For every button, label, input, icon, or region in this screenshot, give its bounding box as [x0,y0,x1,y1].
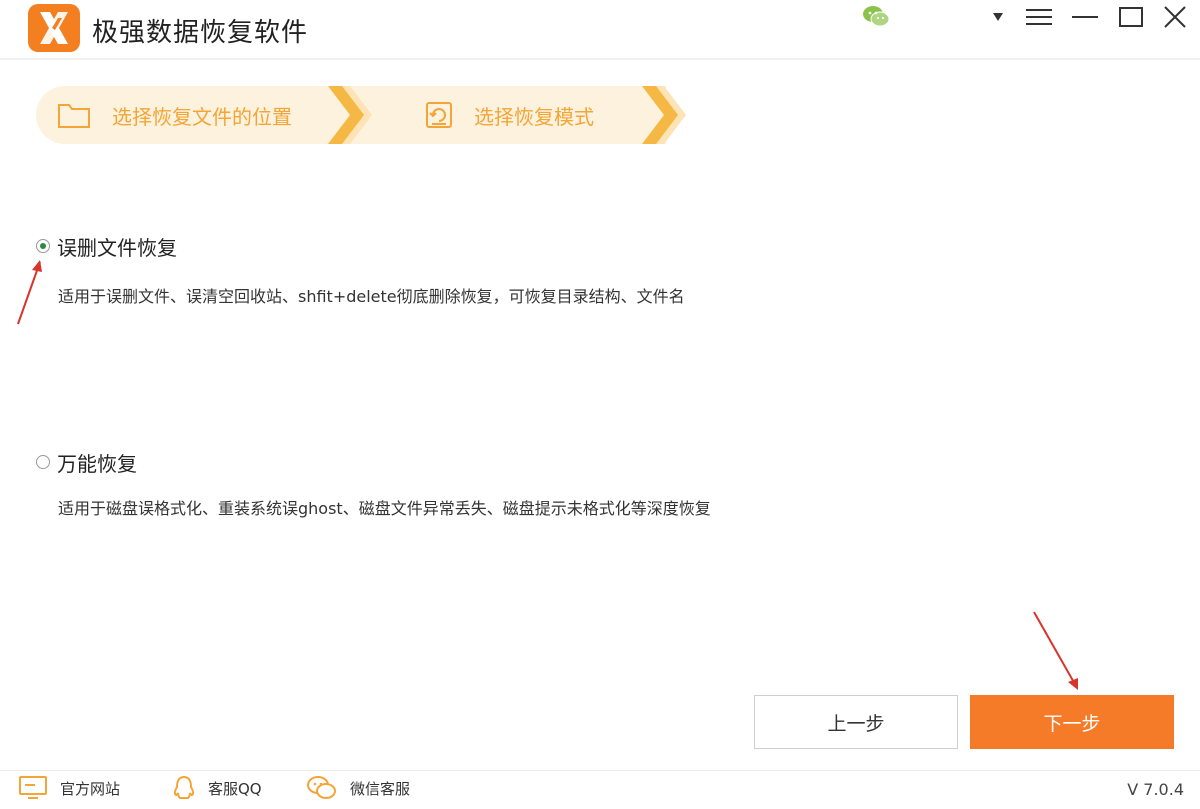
close-icon[interactable] [1160,4,1190,30]
footer-bar: 官方网站 客服QQ 微信客服 V 7.0.4 [0,770,1200,805]
option-deleted-files-title[interactable]: 误删文件恢复 [57,232,177,261]
wechat-icon[interactable] [862,4,890,28]
option-deleted-files-desc: 适用于误删文件、误清空回收站、shfit+delete彻底删除恢复，可恢复目录结… [58,287,685,306]
step-chevron-icon [642,86,686,144]
menu-icon[interactable] [1024,4,1054,30]
step-location: 选择恢复文件的位置 [56,86,292,144]
app-title: 极强数据恢复软件 [92,18,309,48]
annotation-arrow-icon [1033,611,1078,690]
folder-icon [58,104,90,128]
qq-support-link[interactable]: 客服QQ [172,771,262,805]
step-mode-label: 选择恢复模式 [474,104,594,129]
disk-restore-icon [426,102,452,128]
option-universal-title[interactable]: 万能恢复 [57,448,137,477]
maximize-icon[interactable] [1116,4,1146,30]
annotation-arrow-icon [17,260,42,325]
minimize-icon[interactable] [1070,4,1100,30]
dropdown-icon[interactable] [988,4,1008,30]
wechat-support-label: 微信客服 [350,779,411,798]
prev-step-button[interactable]: 上一步 [754,695,958,749]
website-link[interactable]: 官方网站 [18,771,120,805]
title-bar: 极强数据恢复软件 [0,0,1200,58]
next-step-button[interactable]: 下一步 [970,695,1174,749]
step-location-label: 选择恢复文件的位置 [112,104,292,129]
title-divider [0,58,1200,60]
wechat-icon [307,776,336,799]
option-universal-radio[interactable] [36,455,50,469]
app-logo-icon [28,4,80,52]
step-breadcrumb: 选择恢复文件的位置 选择恢复模式 [36,86,696,144]
wechat-support-link[interactable]: 微信客服 [306,771,410,805]
option-deleted-files-radio[interactable] [36,239,50,253]
option-universal-desc: 适用于磁盘误格式化、重装系统误ghost、磁盘文件异常丢失、磁盘提示未格式化等深… [58,499,711,518]
step-chevron-icon [328,86,372,144]
monitor-icon [19,776,47,799]
qq-support-label: 客服QQ [208,779,262,798]
qq-penguin-icon [173,775,195,799]
version-label: V 7.0.4 [1127,780,1184,799]
website-link-label: 官方网站 [60,779,121,798]
step-mode: 选择恢复模式 [424,86,594,144]
